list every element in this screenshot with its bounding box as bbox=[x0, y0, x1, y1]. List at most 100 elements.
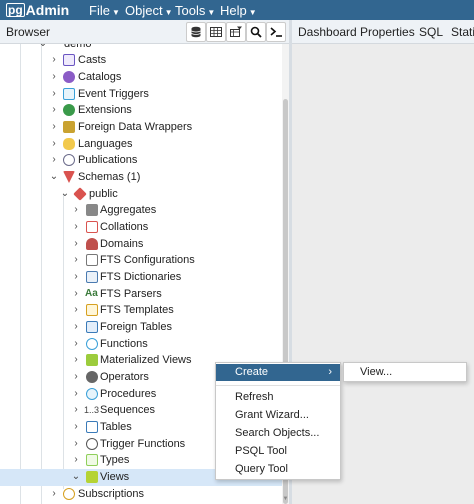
tree-item-public[interactable]: ⌄ public bbox=[0, 186, 282, 203]
chevron-down-icon[interactable]: ⌄ bbox=[49, 170, 59, 184]
chevron-down-icon[interactable]: ⌄ bbox=[38, 44, 48, 51]
context-menu-divider bbox=[216, 385, 340, 386]
schema-public-icon bbox=[73, 187, 87, 201]
tree-item-aggregates[interactable]: › Aggregates bbox=[0, 202, 282, 219]
tree-item-event-triggers[interactable]: › Event Triggers bbox=[0, 86, 282, 103]
tree-item-label: Collations bbox=[100, 221, 149, 233]
context-menu-create[interactable]: Create › bbox=[216, 364, 340, 381]
submenu-view[interactable]: View... bbox=[360, 366, 392, 378]
tree-item-subscriptions[interactable]: › Subscriptions bbox=[0, 486, 282, 503]
tree-item-label: Publications bbox=[78, 154, 138, 166]
tab-sql[interactable]: SQL bbox=[419, 25, 443, 39]
tree-item-collations[interactable]: › Collations bbox=[0, 219, 282, 236]
database-properties-button[interactable] bbox=[186, 22, 206, 42]
chevron-right-icon[interactable]: › bbox=[71, 353, 81, 367]
context-menu-refresh[interactable]: Refresh bbox=[216, 389, 340, 406]
tree-item-casts[interactable]: › Casts bbox=[0, 52, 282, 69]
menu-help[interactable]: Help ▼ bbox=[220, 3, 257, 18]
tree-item-fts-parsers[interactable]: › Aa FTS Parsers bbox=[0, 286, 282, 303]
chevron-right-icon[interactable]: › bbox=[49, 53, 59, 67]
filtered-rows-button[interactable] bbox=[226, 22, 246, 42]
tree-item-label: Casts bbox=[78, 54, 107, 66]
menu-object-label: Object bbox=[125, 3, 163, 18]
tree-item-fts-templates[interactable]: › FTS Templates bbox=[0, 302, 282, 319]
chevron-right-icon[interactable]: › bbox=[71, 403, 81, 417]
context-menu-search-objects[interactable]: Search Objects... bbox=[216, 425, 340, 442]
chevron-right-icon[interactable]: › bbox=[71, 437, 81, 451]
context-menu-grant-wizard[interactable]: Grant Wizard... bbox=[216, 407, 340, 424]
types-icon bbox=[86, 454, 98, 466]
tree-item-extensions[interactable]: › Extensions bbox=[0, 102, 282, 119]
chevron-right-icon[interactable]: › bbox=[71, 253, 81, 267]
menu-file[interactable]: File ▼ bbox=[89, 3, 120, 18]
tree-item-label: demo bbox=[64, 44, 92, 50]
chevron-right-icon[interactable]: › bbox=[71, 387, 81, 401]
chevron-right-icon[interactable]: › bbox=[71, 337, 81, 351]
chevron-right-icon[interactable]: › bbox=[71, 303, 81, 317]
chevron-right-icon[interactable]: › bbox=[49, 487, 59, 501]
tree-item-label: Tables bbox=[100, 421, 132, 433]
chevron-right-icon[interactable]: › bbox=[71, 287, 81, 301]
chevron-right-icon[interactable]: › bbox=[71, 370, 81, 384]
pgadmin-logo[interactable]: pg Admin bbox=[6, 2, 69, 18]
tree-item-functions[interactable]: › Functions bbox=[0, 336, 282, 353]
chevron-right-icon[interactable]: › bbox=[71, 220, 81, 234]
tab-properties[interactable]: Properties bbox=[360, 25, 415, 39]
fts-configurations-icon bbox=[86, 254, 98, 266]
chevron-right-icon[interactable]: › bbox=[49, 153, 59, 167]
tree-item-schemas[interactable]: ⌄ Schemas (1) bbox=[0, 169, 282, 186]
chevron-right-icon[interactable]: › bbox=[49, 137, 59, 151]
chevron-right-icon[interactable]: › bbox=[71, 320, 81, 334]
tree-item-fts-dictionaries[interactable]: › FTS Dictionaries bbox=[0, 269, 282, 286]
tree-item-label: Aggregates bbox=[100, 204, 157, 216]
chevron-right-icon[interactable]: › bbox=[71, 203, 81, 217]
catalogs-icon bbox=[63, 71, 75, 83]
caret-down-icon: ▼ bbox=[207, 8, 216, 17]
scroll-down-arrow-icon[interactable]: ▼ bbox=[282, 496, 289, 503]
tree-item-label: Types bbox=[100, 454, 130, 466]
chevron-right-icon[interactable]: › bbox=[71, 420, 81, 434]
psql-tool-button[interactable] bbox=[266, 22, 286, 42]
chevron-right-icon[interactable]: › bbox=[71, 237, 81, 251]
tree-item-label: FTS Templates bbox=[100, 304, 174, 316]
tree-item-fts-configurations[interactable]: › FTS Configurations bbox=[0, 252, 282, 269]
fts-templates-icon bbox=[86, 304, 98, 316]
tree-item-label: Trigger Functions bbox=[100, 438, 186, 450]
chevron-right-icon[interactable]: › bbox=[71, 453, 81, 467]
tree-item-catalogs[interactable]: › Catalogs bbox=[0, 69, 282, 86]
search-objects-button[interactable] bbox=[246, 22, 266, 42]
tree-item-languages[interactable]: › Languages bbox=[0, 136, 282, 153]
chevron-right-icon[interactable]: › bbox=[49, 120, 59, 134]
chevron-right-icon[interactable]: › bbox=[71, 270, 81, 284]
tree-item-foreign-tables[interactable]: › Foreign Tables bbox=[0, 319, 282, 336]
tab-dashboard[interactable]: Dashboard bbox=[298, 25, 357, 39]
menu-tools[interactable]: Tools ▼ bbox=[175, 3, 215, 18]
menu-object[interactable]: Object ▼ bbox=[125, 3, 173, 18]
aggregates-icon bbox=[86, 204, 98, 216]
tree-item-publications[interactable]: › Publications bbox=[0, 152, 282, 169]
caret-down-icon: ▼ bbox=[111, 8, 120, 17]
foreign-data-wrappers-icon bbox=[63, 121, 75, 133]
chevron-right-icon[interactable]: › bbox=[49, 87, 59, 101]
view-data-button[interactable] bbox=[206, 22, 226, 42]
chevron-down-icon[interactable]: ⌄ bbox=[60, 187, 70, 201]
context-menu-psql-tool[interactable]: PSQL Tool bbox=[216, 443, 340, 460]
procedures-icon bbox=[86, 388, 98, 400]
tree-item-label: Subscriptions bbox=[78, 488, 145, 500]
functions-icon bbox=[86, 338, 98, 350]
tree-item-label: Schemas (1) bbox=[78, 171, 141, 183]
tab-statistics[interactable]: Statistics bbox=[451, 25, 474, 39]
search-icon bbox=[250, 26, 262, 38]
table-icon bbox=[210, 27, 222, 37]
tree-item-label: Sequences bbox=[100, 404, 156, 416]
chevron-right-icon[interactable]: › bbox=[49, 70, 59, 84]
chevron-down-icon[interactable]: ⌄ bbox=[71, 470, 81, 484]
main-tabbar: Dashboard Properties SQL Statistics bbox=[292, 20, 474, 44]
tree-item-domains[interactable]: › Domains bbox=[0, 236, 282, 253]
chevron-right-icon[interactable]: › bbox=[49, 103, 59, 117]
database-icon bbox=[191, 26, 201, 38]
tree-item-label: Views bbox=[100, 471, 130, 483]
tree-item-foreign-data-wrappers[interactable]: › Foreign Data Wrappers bbox=[0, 119, 282, 136]
menu-tools-label: Tools bbox=[175, 3, 206, 18]
context-menu-query-tool[interactable]: Query Tool bbox=[216, 461, 340, 478]
